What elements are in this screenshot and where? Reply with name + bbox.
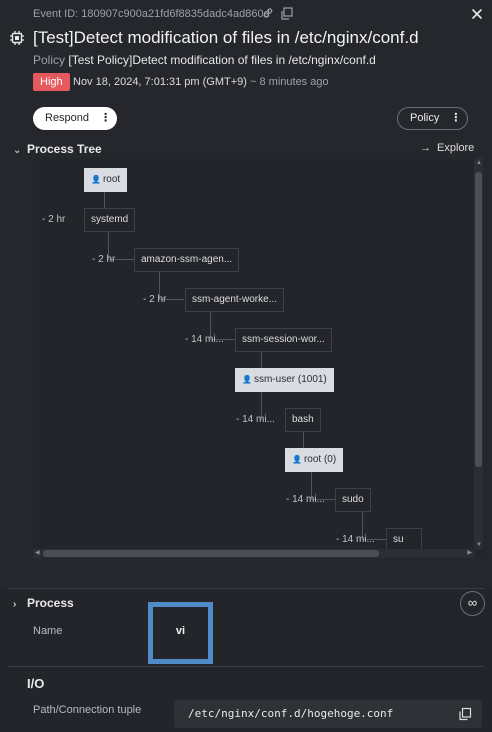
horizontal-scrollbar[interactable]: ◀ ▶ (33, 549, 474, 558)
kebab-icon: ⋮ (100, 112, 112, 124)
event-detail-panel: Event ID: 180907c900a21fd6f8835dadc4ad86… (0, 0, 492, 732)
elapsed-time: - 2 hr (92, 254, 116, 265)
policy-line: Policy [Test Policy]Detect modification … (33, 53, 376, 67)
tree-node-ssm-agent-worker[interactable]: ssm-agent-worke... (185, 288, 285, 312)
policy-label: Policy (33, 53, 66, 67)
person-icon: 👤 (91, 175, 101, 184)
highlight-box: vi (148, 602, 213, 664)
policy-value: [Test Policy]Detect modification of file… (68, 53, 376, 67)
respond-button[interactable]: Respond ⋮ (33, 107, 117, 130)
explore-label: Explore (437, 142, 475, 154)
scrollbar-thumb[interactable] (43, 550, 379, 557)
timestamp: Nov 18, 2024, 7:01:31 pm (GMT+9) (73, 76, 247, 88)
respond-label: Respond (45, 112, 90, 124)
close-icon[interactable] (471, 8, 483, 20)
tree-node-sudo[interactable]: sudo (335, 488, 371, 512)
scroll-right-icon[interactable]: ▶ (467, 549, 472, 556)
elapsed-time: - 2 hr (143, 294, 167, 305)
alert-title: [Test]Detect modification of files in /e… (33, 28, 419, 47)
person-icon: 👤 (242, 375, 252, 384)
copy-icon[interactable] (458, 707, 472, 721)
person-icon: 👤 (292, 455, 302, 464)
process-tree-label: Process Tree (27, 142, 102, 156)
event-time: Nov 18, 2024, 7:01:31 pm (GMT+9) ~ 8 min… (73, 76, 329, 88)
divider (8, 588, 484, 589)
infinity-button[interactable]: ∞ (460, 591, 485, 616)
tree-node-systemd[interactable]: systemd (84, 208, 136, 232)
scrollbar-thumb[interactable] (475, 172, 482, 467)
tree-connector (261, 352, 262, 368)
policy-button-label: Policy (410, 112, 440, 124)
processor-icon (10, 31, 24, 45)
io-section-label: I/O (27, 676, 45, 691)
tree-node-root-0[interactable]: 👤 root (0) (285, 448, 344, 472)
vertical-scrollbar[interactable]: ▲ ▼ (474, 158, 483, 550)
elapsed-time: - 14 mi... (236, 414, 275, 425)
scroll-up-icon[interactable]: ▲ (476, 160, 482, 166)
elapsed-time: - 14 mi... (286, 494, 325, 505)
tree-node-ssm-user[interactable]: 👤 ssm-user (1001) (235, 368, 334, 392)
process-section-label: Process (27, 596, 74, 610)
path-label: Path/Connection tuple (33, 704, 142, 716)
elapsed-time: - 14 mi... (336, 534, 375, 545)
event-id: Event ID: 180907c900a21fd6f8835dadc4ad86… (33, 8, 270, 20)
copy-icon[interactable] (280, 7, 293, 20)
link-icon[interactable] (262, 7, 274, 19)
tree-node-amazon-ssm-agent[interactable]: amazon-ssm-agen... (134, 248, 240, 272)
path-value: /etc/nginx/conf.d/hogehoge.conf (188, 707, 394, 720)
policy-button[interactable]: Policy ⋮ (397, 107, 468, 130)
tree-node-bash[interactable]: bash (285, 408, 321, 432)
chevron-down-icon: ⌄ (13, 145, 22, 156)
name-label: Name (33, 625, 63, 637)
severity-badge: High (33, 73, 70, 91)
elapsed-time: - 14 mi... (185, 334, 224, 345)
process-tree-toggle[interactable]: ⌄ Process Tree (13, 142, 102, 156)
relative-time: ~ 8 minutes ago (250, 76, 329, 88)
path-value-box: /etc/nginx/conf.d/hogehoge.conf (174, 700, 482, 728)
process-name-value: vi (175, 625, 186, 637)
process-section-toggle[interactable]: › Process (13, 596, 74, 610)
explore-button[interactable]: → Explore (420, 142, 474, 154)
scroll-down-icon[interactable]: ▼ (476, 542, 482, 548)
kebab-icon: ⋮ (450, 112, 462, 124)
infinity-icon: ∞ (467, 595, 478, 610)
chevron-right-icon: › (13, 599, 17, 610)
elapsed-time: - 2 hr (42, 214, 66, 225)
tree-node-root[interactable]: 👤 root (84, 168, 128, 192)
arrow-right-icon: → (420, 142, 431, 154)
process-tree-canvas[interactable]: 👤 root - 2 hr systemd - 2 hr amazon-ssm-a… (33, 158, 483, 558)
scroll-left-icon[interactable]: ◀ (35, 549, 40, 556)
tree-node-ssm-session-worker[interactable]: ssm-session-wor... (235, 328, 332, 352)
divider (8, 666, 484, 667)
